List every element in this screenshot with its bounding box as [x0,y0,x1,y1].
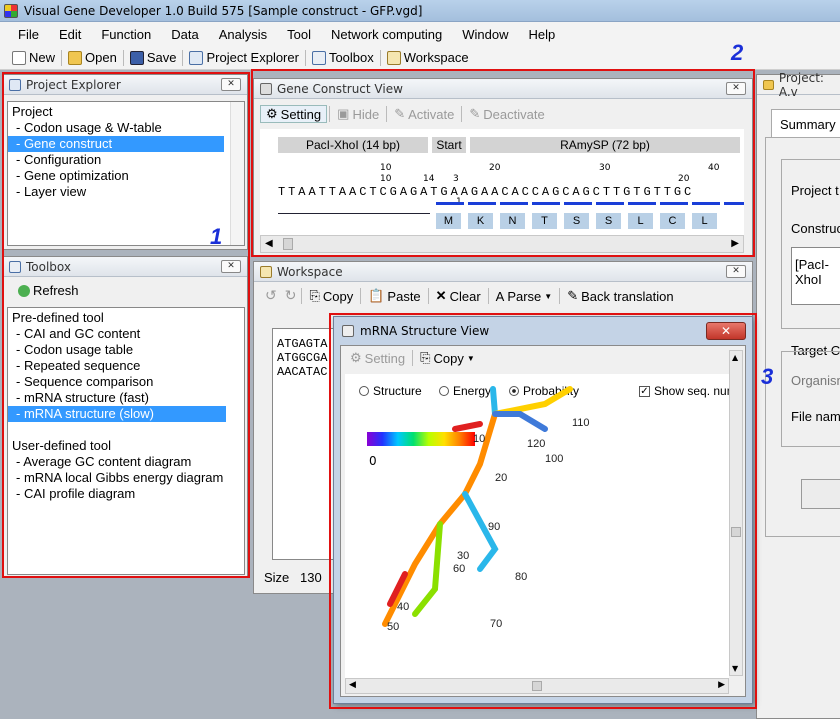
menu-analysis[interactable]: Analysis [209,27,277,42]
construct-value: [PacI-XhoI [795,257,829,287]
folder-icon [763,79,774,90]
undo-icon[interactable]: ↺ [262,288,280,304]
size-label: Size [264,570,290,585]
folder-icon [68,50,83,65]
highlight-box-2 [251,69,755,257]
main-toolbar: New Open Save Project Explorer Toolbox W… [0,46,840,70]
window-title: Visual Gene Developer 1.0 Build 575 [Sam… [24,3,423,18]
marker-3: 3 [761,364,774,389]
parse-button[interactable]: A Parse ▼ [491,289,558,304]
open-button[interactable]: Open [62,50,123,65]
menu-data[interactable]: Data [161,27,208,42]
floppy-icon [129,50,144,65]
app-icon [4,3,18,18]
highlight-box-1 [2,72,250,578]
save-button[interactable]: Save [124,50,183,65]
title-bar: Visual Gene Developer 1.0 Build 575 [Sam… [0,0,840,22]
menu-help[interactable]: Help [519,27,566,42]
chevron-down-icon: ▼ [544,291,553,301]
project-summary-panel: Project: A.v Summary Project t Construct… [756,71,840,719]
summary-tab[interactable]: Summary [771,109,840,137]
size-value: 130 [300,570,322,585]
menu-edit[interactable]: Edit [49,27,91,42]
label-organism: Organism [791,373,840,388]
project-explorer-button[interactable]: Project Explorer [183,50,304,65]
copy-button[interactable]: ⎘ Copy [304,288,358,304]
marker-2: 2 [731,40,744,65]
workspace-toolbar: ↺ ↻ ⎘ Copy 📋 Paste ✕ Clear A Parse ▼ ✎ Back tr… [262,288,679,304]
menu-file[interactable]: File [8,27,49,42]
label-construct: Construct [791,221,840,236]
menu-network-computing[interactable]: Network computing [321,27,452,42]
paste-button[interactable]: 📋 Paste [363,288,425,304]
clear-button[interactable]: ✕ Clear [431,288,486,304]
copy-icon: ⎘ [309,288,320,303]
toolbox-icon [311,50,326,65]
pencil-icon [386,50,401,65]
marker-1: 1 [210,224,223,249]
toolbox-button[interactable]: Toolbox [306,50,380,65]
parse-icon: A [495,288,505,304]
workspace-header: Workspace ✕ [254,262,752,282]
back-translation-icon: ✎ [567,288,579,303]
clear-icon: ✕ [435,288,447,303]
new-button[interactable]: New [6,50,61,65]
project-explorer-icon [189,50,204,65]
menu-window[interactable]: Window [452,27,518,42]
label-project-title: Project t [791,183,839,198]
target-frame [781,351,840,447]
label-file-name: File nam [791,409,840,424]
redo-icon[interactable]: ↻ [282,288,300,304]
new-file-icon [12,50,26,65]
highlight-box-3 [329,313,757,709]
summary-button[interactable] [801,479,840,509]
menu-function[interactable]: Function [91,27,161,42]
back-translation-button[interactable]: ✎ Back translation [562,288,678,304]
menu-tool[interactable]: Tool [277,27,321,42]
project-summary-header: Project: A.v [757,71,840,99]
close-icon[interactable]: ✕ [726,265,746,278]
paste-icon: 📋 [368,288,385,303]
menu-bar: File Edit Function Data Analysis Tool Ne… [0,22,840,46]
pencil-icon [260,265,272,278]
workspace-button[interactable]: Workspace [381,50,475,65]
